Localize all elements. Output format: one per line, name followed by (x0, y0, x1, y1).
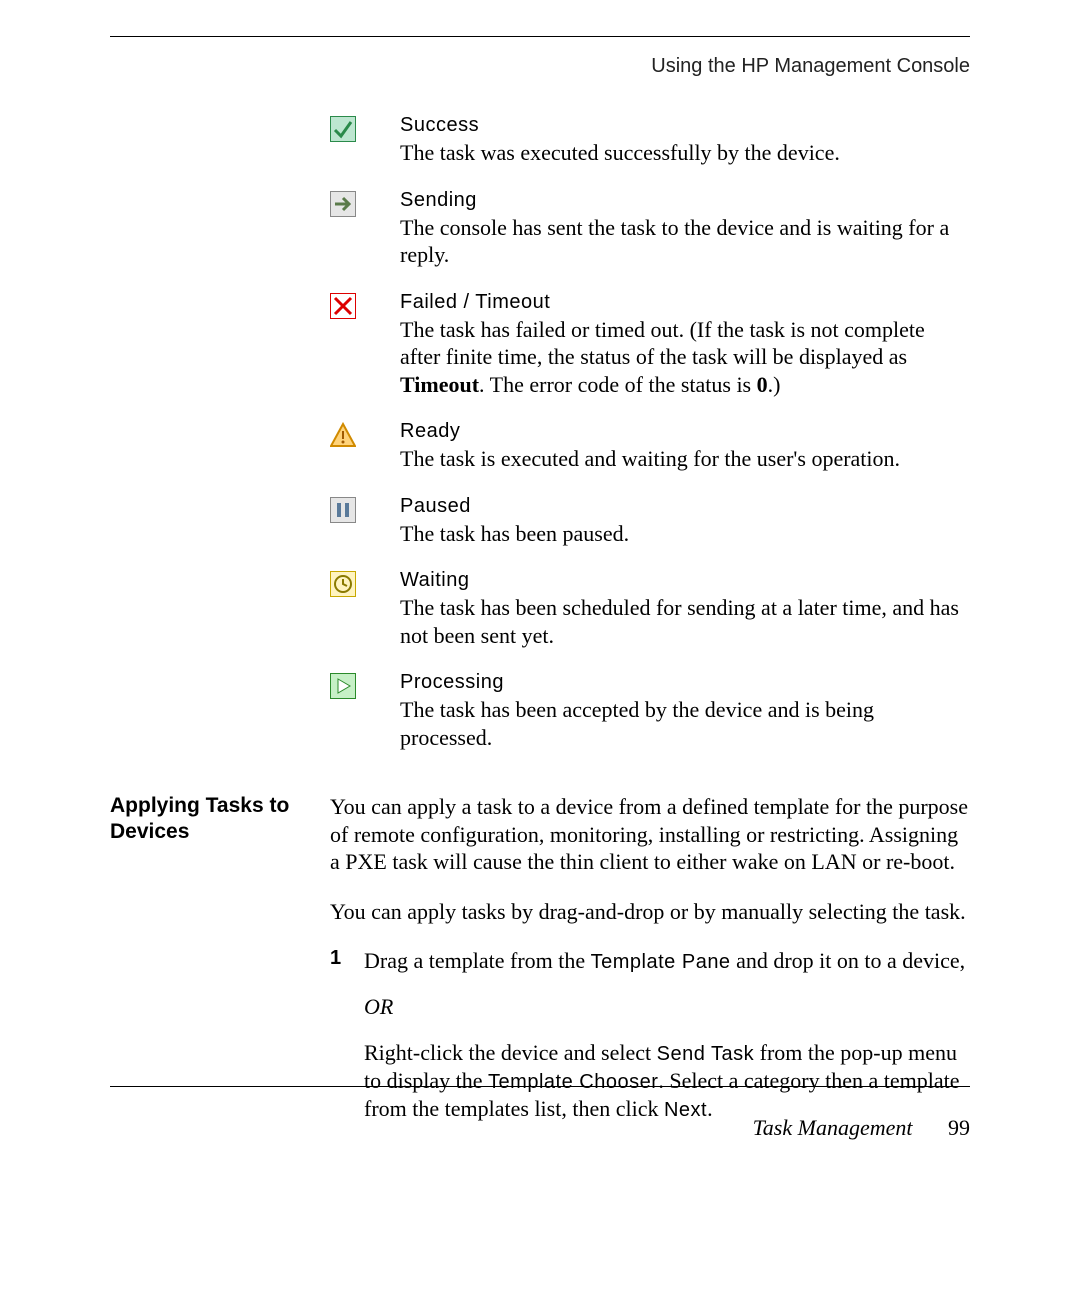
status-title: Success (400, 114, 970, 137)
footer-page-number: 99 (948, 1115, 970, 1140)
status-title: Processing (400, 671, 970, 694)
status-desc: The task has been accepted by the device… (400, 696, 970, 751)
pause-icon (330, 497, 356, 523)
section-heading: Applying Tasks to Devices (110, 793, 330, 846)
status-waiting: Waiting The task has been scheduled for … (330, 569, 970, 649)
ui-term-template-pane: Template Pane (591, 951, 731, 973)
top-rule (110, 36, 970, 37)
status-desc: The console has sent the task to the dev… (400, 214, 970, 269)
status-title: Sending (400, 189, 970, 212)
status-desc: The task has failed or timed out. (If th… (400, 316, 970, 399)
alert-triangle-icon (330, 422, 356, 448)
clock-icon (330, 571, 356, 597)
status-desc: The task has been paused. (400, 520, 970, 548)
paragraph: You can apply a task to a device from a … (330, 793, 970, 876)
status-title: Ready (400, 420, 970, 443)
status-title: Failed / Timeout (400, 291, 970, 314)
page-footer: Task Management 99 (110, 1086, 970, 1141)
status-success: Success The task was executed successful… (330, 114, 970, 167)
check-icon (330, 116, 356, 142)
page: Using the HP Management Console Success … (0, 0, 1080, 1311)
status-desc: The task has been scheduled for sending … (400, 594, 970, 649)
play-icon (330, 673, 356, 699)
status-title: Paused (400, 495, 970, 518)
status-processing: Processing The task has been accepted by… (330, 671, 970, 751)
status-paused: Paused The task has been paused. (330, 495, 970, 548)
footer-section: Task Management (753, 1115, 913, 1140)
status-desc: The task is executed and waiting for the… (400, 445, 970, 473)
status-title: Waiting (400, 569, 970, 592)
status-failed: Failed / Timeout The task has failed or … (330, 291, 970, 399)
status-block: Success The task was executed successful… (110, 114, 970, 773)
running-header: Using the HP Management Console (110, 55, 970, 78)
ui-term-send-task: Send Task (657, 1043, 755, 1065)
x-icon (330, 293, 356, 319)
or-divider: OR (364, 993, 970, 1021)
paragraph: You can apply tasks by drag-and-drop or … (330, 898, 970, 926)
arrow-right-icon (330, 191, 356, 217)
status-sending: Sending The console has sent the task to… (330, 189, 970, 269)
status-ready: Ready The task is executed and waiting f… (330, 420, 970, 473)
status-desc: The task was executed successfully by th… (400, 139, 970, 167)
